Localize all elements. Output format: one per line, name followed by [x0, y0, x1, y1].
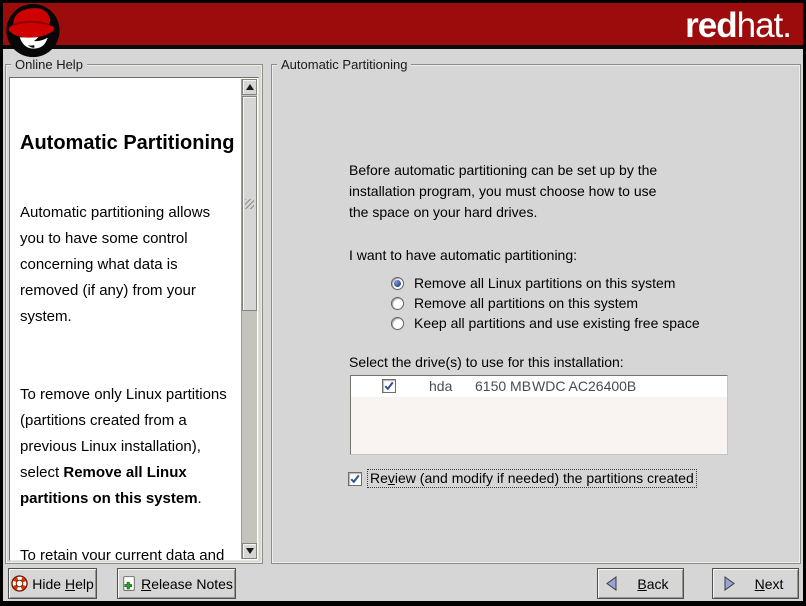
- arrow-down-icon: [246, 548, 254, 554]
- radio-selected-icon[interactable]: [391, 277, 404, 290]
- review-checkbox-label: Review (and modify if needed) the partit…: [367, 469, 697, 488]
- main-content: Before automatic partitioning can be set…: [349, 160, 789, 488]
- help-title: Automatic Partitioning: [20, 130, 240, 156]
- radio-option-keep-all[interactable]: Keep all partitions and use existing fre…: [391, 313, 789, 333]
- partitioning-prompt: I want to have automatic partitioning:: [349, 245, 789, 265]
- online-help-panel: Online Help Automatic Partitioning Autom…: [5, 64, 263, 564]
- arrow-up-icon: [246, 84, 254, 90]
- thumb-grip-icon: [245, 199, 254, 209]
- drive-row[interactable]: hda 6150 MB WDC AC26400B: [351, 376, 727, 397]
- check-icon: [349, 473, 361, 485]
- hide-help-button[interactable]: Hide Help: [8, 568, 97, 599]
- drive-list[interactable]: hda 6150 MB WDC AC26400B: [350, 375, 728, 455]
- drive-name: hda: [429, 378, 452, 395]
- redhat-shadowman-logo: [4, 3, 62, 60]
- back-arrow-icon: [602, 574, 621, 593]
- wordmark-hat: hat.: [737, 6, 791, 45]
- redhat-wordmark: redhat.: [685, 6, 791, 46]
- radio-option-remove-linux[interactable]: Remove all Linux partitions on this syst…: [391, 273, 789, 293]
- automatic-partitioning-panel: Automatic Partitioning Before automatic …: [271, 64, 801, 564]
- help-text: Automatic Partitioning Automatic partiti…: [20, 82, 240, 561]
- main-frame-label: Automatic Partitioning: [277, 57, 411, 72]
- drives-label: Select the drive(s) to use for this inst…: [349, 352, 789, 372]
- wordmark-red: red: [685, 6, 736, 45]
- release-notes-label: Release Notes: [141, 576, 233, 592]
- drive-model: WDC AC26400B: [532, 378, 636, 395]
- radio-label: Remove all Linux partitions on this syst…: [414, 275, 675, 291]
- radio-label: Keep all partitions and use existing fre…: [414, 315, 700, 331]
- radio-label: Remove all partitions on this system: [414, 295, 638, 311]
- help-content-area: Automatic Partitioning Automatic partiti…: [9, 77, 259, 561]
- drive-checkbox[interactable]: [382, 379, 396, 393]
- header-banner: redhat.: [3, 3, 803, 49]
- scroll-down-button[interactable]: [242, 543, 257, 559]
- release-notes-button[interactable]: Release Notes: [117, 568, 236, 599]
- next-label: Next: [755, 576, 784, 592]
- partitioning-radio-group: Remove all Linux partitions on this syst…: [391, 273, 789, 333]
- review-checkbox-row[interactable]: Review (and modify if needed) the partit…: [348, 469, 789, 488]
- installer-window: redhat. Online Help Automatic Partitioni…: [0, 0, 806, 606]
- scrollbar-thumb[interactable]: [242, 96, 257, 311]
- next-button[interactable]: Next: [712, 568, 799, 599]
- back-button[interactable]: Back: [597, 568, 684, 599]
- review-checkbox[interactable]: [348, 472, 362, 486]
- radio-unselected-icon[interactable]: [391, 317, 404, 330]
- life-buoy-icon: [11, 575, 28, 592]
- help-paragraph-2: To remove only Linux partitions (partiti…: [20, 382, 240, 512]
- help-clipped-text: To retain your current data and: [20, 548, 240, 560]
- drive-size: 6150 MB: [475, 378, 531, 395]
- release-notes-icon: [120, 575, 137, 592]
- help-paragraph-1: Automatic partitioning allows you to hav…: [20, 200, 240, 330]
- radio-option-remove-all[interactable]: Remove all partitions on this system: [391, 293, 789, 313]
- back-label: Back: [637, 576, 668, 592]
- intro-text: Before automatic partitioning can be set…: [349, 160, 789, 223]
- help-scrollbar[interactable]: [241, 79, 257, 559]
- hide-help-label: Hide Help: [32, 576, 94, 592]
- scroll-up-button[interactable]: [242, 79, 257, 95]
- check-icon: [383, 380, 395, 392]
- next-arrow-icon: [720, 574, 739, 593]
- radio-unselected-icon[interactable]: [391, 297, 404, 310]
